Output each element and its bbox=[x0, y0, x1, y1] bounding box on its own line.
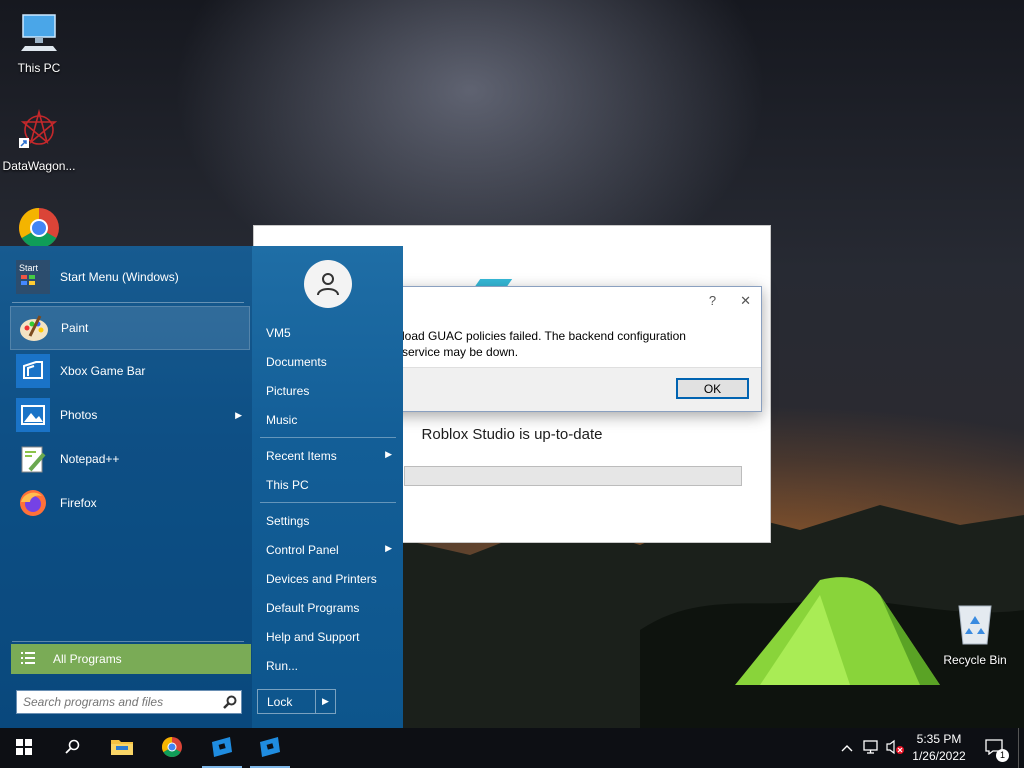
recycle-bin-icon bbox=[936, 602, 1014, 649]
power-options-arrow-icon[interactable]: ▶ bbox=[316, 696, 335, 707]
taskbar-roblox-studio-1[interactable] bbox=[198, 728, 246, 768]
datawagon-icon bbox=[0, 108, 78, 155]
pictures-link[interactable]: Pictures bbox=[266, 384, 396, 398]
clock-date: 1/26/2022 bbox=[912, 749, 966, 763]
taskbar: 5:35 PM 1/26/2022 1 bbox=[0, 728, 1024, 768]
taskbar-file-explorer[interactable] bbox=[98, 728, 146, 768]
chrome-icon bbox=[161, 736, 183, 761]
ok-button[interactable]: OK bbox=[676, 378, 749, 399]
lock-button[interactable]: Lock ▶ bbox=[257, 689, 336, 714]
help-and-support-link[interactable]: Help and Support bbox=[266, 630, 396, 644]
desktop-icon-datawagon[interactable]: DataWagon... bbox=[0, 108, 78, 173]
roblox-studio-icon bbox=[258, 736, 282, 761]
photos-icon bbox=[16, 398, 50, 432]
list-icon bbox=[21, 651, 35, 667]
divider bbox=[12, 641, 244, 642]
network-icon bbox=[862, 739, 880, 758]
start-menu-app-icon: Start bbox=[16, 260, 50, 294]
start-menu-item-photos[interactable]: Photos ▶ bbox=[10, 393, 250, 437]
start-menu-header-item[interactable]: Start Start Menu (Windows) bbox=[10, 255, 250, 299]
start-menu-header-label: Start Menu (Windows) bbox=[60, 270, 179, 284]
start-menu-item-notepad-plus-plus[interactable]: Notepad++ bbox=[10, 437, 250, 481]
close-button[interactable]: ✕ bbox=[740, 293, 751, 309]
desktop-icon-label: DataWagon... bbox=[2, 159, 76, 173]
start-menu-item-paint[interactable]: Paint bbox=[10, 306, 250, 350]
devices-and-printers-link[interactable]: Devices and Printers bbox=[266, 572, 396, 586]
start-menu-item-firefox[interactable]: Firefox bbox=[10, 481, 250, 525]
paint-icon bbox=[17, 311, 51, 345]
default-programs-link[interactable]: Default Programs bbox=[266, 601, 396, 615]
search-icon bbox=[64, 739, 80, 758]
control-panel-label: Control Panel bbox=[266, 543, 339, 557]
divider bbox=[12, 302, 244, 303]
notification-count-badge: 1 bbox=[996, 748, 1009, 762]
taskbar-roblox-studio-2[interactable] bbox=[246, 728, 294, 768]
taskbar-chrome[interactable] bbox=[148, 728, 196, 768]
start-menu-item-label: Xbox Game Bar bbox=[60, 364, 146, 378]
submenu-arrow-icon: ▶ bbox=[385, 543, 392, 553]
xbox-game-bar-icon bbox=[16, 354, 50, 388]
recent-items-label: Recent Items bbox=[266, 449, 337, 463]
settings-link[interactable]: Settings bbox=[266, 514, 396, 528]
user-avatar[interactable] bbox=[304, 260, 352, 308]
all-programs-button[interactable]: All Programs bbox=[11, 644, 251, 674]
search-icon[interactable] bbox=[219, 695, 241, 709]
notification-icon: 1 bbox=[985, 738, 1009, 762]
submenu-arrow-icon: ▶ bbox=[385, 449, 392, 459]
dialog-footer: OK bbox=[377, 367, 761, 411]
dialog-message: load GUAC policies failed. The backend c… bbox=[402, 329, 686, 359]
windows-logo-icon bbox=[16, 738, 32, 758]
desktop-icon-this-pc[interactable]: This PC bbox=[0, 10, 78, 75]
divider bbox=[260, 437, 396, 438]
start-menu-item-label: Paint bbox=[61, 321, 89, 335]
clock-time: 5:35 PM bbox=[916, 732, 962, 746]
taskbar-search-button[interactable] bbox=[48, 728, 96, 768]
installer-progress-bar bbox=[404, 466, 742, 486]
show-desktop-button[interactable] bbox=[1018, 728, 1024, 768]
error-message-dialog: ? ✕ load GUAC policies failed. The backe… bbox=[376, 286, 762, 412]
this-pc-link[interactable]: This PC bbox=[266, 478, 396, 492]
action-center-button[interactable]: 1 bbox=[980, 728, 1009, 768]
network-tray-button[interactable] bbox=[860, 728, 882, 768]
notepad-plus-plus-icon bbox=[16, 442, 50, 476]
start-menu-left-pane: Start Start Menu (Windows) Paint Xbox Ga… bbox=[0, 246, 252, 728]
divider bbox=[260, 502, 396, 503]
volume-tray-button[interactable] bbox=[884, 728, 906, 768]
run-link[interactable]: Run... bbox=[266, 659, 396, 673]
start-menu-item-label: Firefox bbox=[60, 496, 97, 510]
start-button[interactable] bbox=[0, 728, 48, 768]
start-menu-item-label: Notepad++ bbox=[60, 452, 120, 466]
submenu-arrow-icon: ▶ bbox=[235, 409, 242, 420]
music-link[interactable]: Music bbox=[266, 413, 396, 427]
user-name-link[interactable]: VM5 bbox=[266, 326, 396, 340]
recent-items-link[interactable]: Recent Items ▶ bbox=[266, 449, 396, 463]
desktop-icon-recycle-bin[interactable]: Recycle Bin bbox=[936, 602, 1014, 667]
search-input[interactable] bbox=[23, 695, 219, 709]
volume-muted-icon bbox=[885, 739, 905, 758]
desktop-icon-label: This PC bbox=[17, 61, 61, 75]
control-panel-link[interactable]: Control Panel ▶ bbox=[266, 543, 396, 557]
help-button[interactable]: ? bbox=[709, 293, 716, 309]
start-menu-item-label: Photos bbox=[60, 408, 98, 422]
documents-link[interactable]: Documents bbox=[266, 355, 396, 369]
installer-progress-fill bbox=[405, 467, 741, 485]
start-menu-item-xbox-game-bar[interactable]: Xbox Game Bar bbox=[10, 349, 250, 393]
computer-icon bbox=[0, 10, 78, 57]
all-programs-label: All Programs bbox=[53, 652, 122, 666]
chevron-up-icon bbox=[841, 741, 853, 755]
desktop-icon-label: Recycle Bin bbox=[943, 653, 1007, 667]
firefox-icon bbox=[16, 486, 50, 520]
folder-icon bbox=[110, 737, 134, 760]
start-menu-right-pane: VM5 Documents Pictures Music Recent Item… bbox=[252, 246, 403, 728]
start-search-box[interactable] bbox=[16, 690, 242, 714]
start-menu: Start Start Menu (Windows) Paint Xbox Ga… bbox=[0, 246, 403, 728]
start-icon-caption: Start bbox=[19, 263, 39, 273]
user-icon bbox=[315, 270, 341, 299]
roblox-studio-icon bbox=[210, 736, 234, 761]
show-hidden-icons-button[interactable] bbox=[838, 728, 856, 768]
lock-label: Lock bbox=[258, 690, 316, 713]
taskbar-clock[interactable]: 5:35 PM 1/26/2022 bbox=[906, 731, 972, 765]
